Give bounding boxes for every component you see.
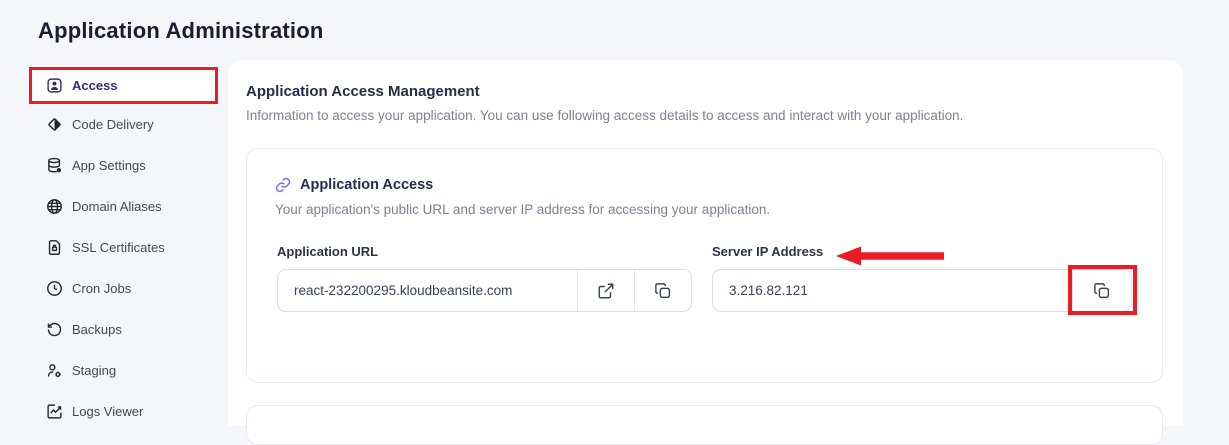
- sidebar-item-label: Access: [72, 78, 118, 93]
- sidebar-item-cron-jobs[interactable]: Cron Jobs: [30, 268, 218, 309]
- main-panel: Application Access Management Informatio…: [228, 60, 1183, 445]
- diamond-icon: [48, 118, 61, 131]
- sidebar-item-backups[interactable]: Backups: [30, 309, 218, 350]
- application-url-input[interactable]: [278, 270, 577, 311]
- link-icon: [275, 177, 291, 193]
- sidebar-item-access[interactable]: Access: [30, 67, 218, 104]
- sidebar-item-label: Cron Jobs: [72, 281, 132, 296]
- sidebar-item-staging[interactable]: Staging: [30, 350, 218, 391]
- card-header: Application Access: [275, 177, 433, 193]
- sidebar-item-code-delivery[interactable]: Code Delivery: [30, 104, 218, 145]
- sidebar: Access Code Delivery App Settings Domain…: [30, 67, 218, 432]
- sidebar-item-ssl-certificates[interactable]: SSL Certificates: [30, 227, 218, 268]
- copy-icon: [655, 282, 671, 298]
- open-url-button[interactable]: [577, 270, 634, 311]
- rotate-icon: [47, 322, 62, 337]
- file-lock-icon: [48, 240, 61, 255]
- user-gear-icon: [47, 364, 61, 378]
- sidebar-item-label: SSL Certificates: [72, 240, 165, 255]
- page-title: Application Administration: [38, 18, 324, 43]
- server-ip-field: Server IP Address: [712, 244, 1132, 312]
- sidebar-item-label: App Settings: [72, 158, 146, 173]
- sidebar-item-label: Staging: [72, 363, 117, 378]
- server-ip-input[interactable]: [713, 270, 1072, 311]
- section-description: Information to access your application. …: [246, 108, 964, 123]
- server-ip-label: Server IP Address: [712, 244, 824, 259]
- card-title: Application Access: [300, 177, 434, 193]
- card-description: Your application's public URL and server…: [275, 202, 771, 217]
- application-url-input-group: [277, 269, 692, 312]
- globe-icon: [47, 199, 62, 214]
- sidebar-item-app-settings[interactable]: App Settings: [30, 145, 218, 186]
- sidebar-item-label: Logs Viewer: [72, 404, 144, 419]
- server-ip-input-group: [712, 269, 1132, 312]
- application-access-card: Application Access Your application's pu…: [246, 148, 1163, 383]
- chart-line-icon: [47, 404, 62, 419]
- sidebar-item-label: Code Delivery: [72, 117, 154, 132]
- application-url-label: Application URL: [277, 244, 379, 259]
- sidebar-item-label: Domain Aliases: [72, 199, 162, 214]
- copy-url-button[interactable]: [634, 270, 691, 311]
- clock-icon: [47, 281, 62, 296]
- next-card-partial: [246, 405, 1163, 445]
- external-link-icon: [598, 283, 614, 298]
- sidebar-item-domain-aliases[interactable]: Domain Aliases: [30, 186, 218, 227]
- section-heading: Application Access Management: [246, 83, 480, 100]
- application-url-field: Application URL: [277, 244, 692, 312]
- copy-icon: [1094, 282, 1110, 298]
- copy-ip-button[interactable]: [1072, 270, 1131, 311]
- user-badge-icon: [47, 78, 62, 93]
- sidebar-item-label: Backups: [72, 322, 122, 337]
- database-icon: [48, 157, 62, 173]
